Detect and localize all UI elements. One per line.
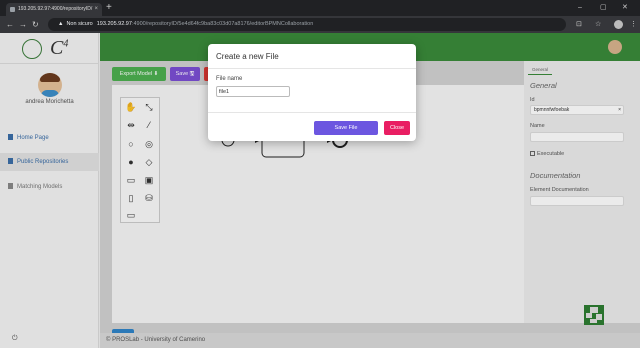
address-bar: ← → ↻ ▲ Non sicuro 193.205.92.97:4900/repo… <box>0 16 640 33</box>
url-path: :4900/repositoryID/5e4d64fc9ba83c03d07a8… <box>131 21 314 27</box>
file-name-label: File name <box>216 76 243 82</box>
browser-tab[interactable]: 193.205.92.97:4900/repositoryID/ × <box>6 3 102 16</box>
close-button[interactable]: Close <box>384 121 410 135</box>
dialog-title: Create a new File <box>216 52 279 61</box>
url-host: 193.205.92.97 <box>96 21 132 27</box>
maximize-icon[interactable]: ▢ <box>600 3 607 13</box>
security-label: Non sicuro <box>66 21 93 27</box>
forward-arrow-icon[interactable]: → <box>19 18 27 31</box>
browser-tabbar: 193.205.92.97:4900/repositoryID/ × + – ▢… <box>0 0 640 16</box>
bookmark-star-icon[interactable]: ☆ <box>595 19 601 30</box>
new-tab-button[interactable]: + <box>106 2 112 14</box>
create-file-dialog: Create a new File File name Save File Cl… <box>208 44 416 141</box>
save-file-button[interactable]: Save File <box>314 121 378 135</box>
minimize-icon[interactable]: – <box>578 3 582 13</box>
favicon-icon <box>10 7 15 12</box>
window-close-icon[interactable]: ✕ <box>622 3 628 13</box>
tab-close-icon[interactable]: × <box>94 3 98 16</box>
translate-icon[interactable]: ⊡ <box>576 19 582 30</box>
dialog-divider <box>208 112 416 113</box>
reload-icon[interactable]: ↻ <box>32 18 39 31</box>
dialog-divider <box>208 68 416 69</box>
tab-title: 193.205.92.97:4900/repositoryID/ <box>18 6 93 12</box>
back-arrow-icon[interactable]: ← <box>6 18 14 31</box>
browser-menu-icon[interactable]: ⋮ <box>630 19 637 30</box>
warning-triangle-icon: ▲ <box>58 21 64 27</box>
file-name-input[interactable] <box>216 86 290 97</box>
profile-avatar-icon[interactable] <box>614 20 623 29</box>
url-field[interactable]: ▲ Non sicuro 193.205.92.97:4900/repository… <box>48 18 566 31</box>
